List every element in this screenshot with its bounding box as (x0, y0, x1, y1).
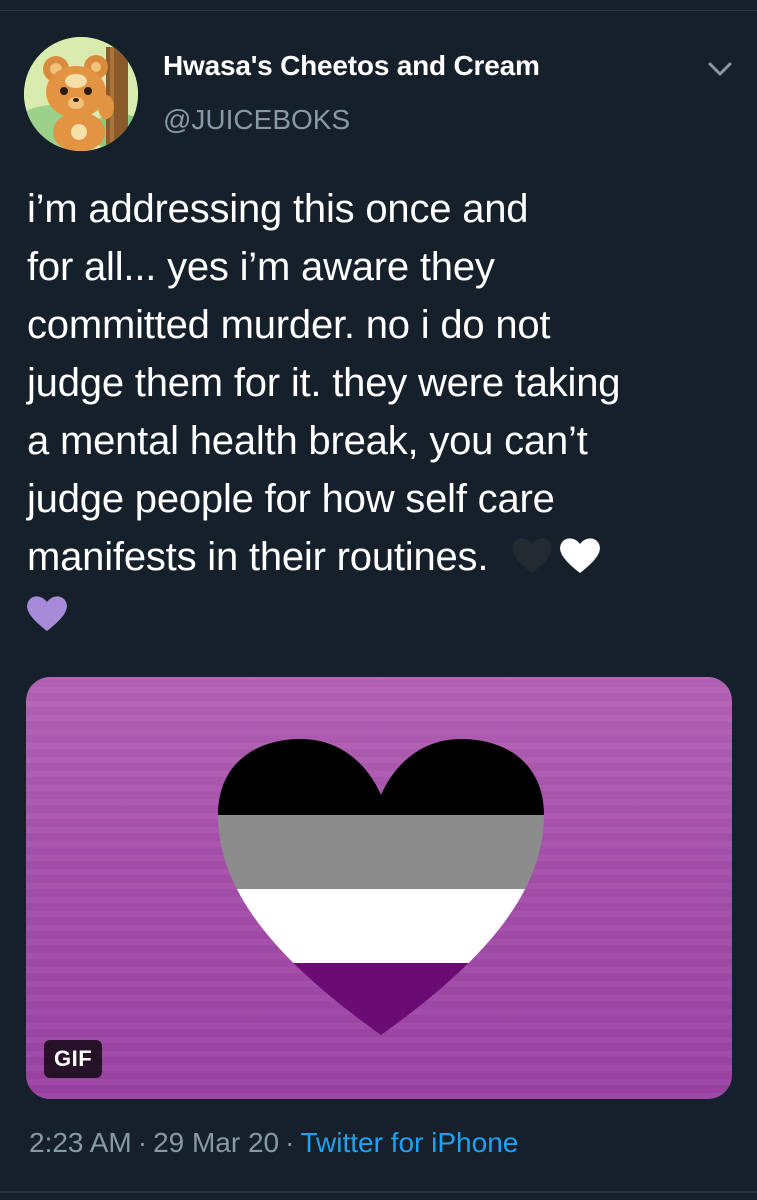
tweet-text-line: committed murder. no i do not (27, 303, 551, 347)
top-divider (0, 10, 757, 11)
tweet-text: i’m addressing this once and for all... … (27, 180, 742, 644)
gif-media[interactable]: GIF (26, 677, 732, 1099)
gif-badge: GIF (44, 1040, 103, 1078)
tweet-text-line: for all... yes i’m aware they (27, 245, 495, 289)
white-heart-icon (560, 538, 601, 574)
tweet-date[interactable]: 29 Mar 20 (153, 1127, 279, 1158)
display-name[interactable]: Hwasa's Cheetos and Cream (163, 50, 540, 82)
chevron-down-icon[interactable] (703, 52, 737, 86)
user-handle[interactable]: @JUICEBOKS (163, 104, 350, 136)
tweet-emoji-line (27, 586, 742, 644)
tweet-source-link[interactable]: Twitter for iPhone (300, 1127, 518, 1158)
purple-heart-icon (27, 596, 67, 632)
tweet-time[interactable]: 2:23 AM (29, 1127, 132, 1158)
tweet-text-line: judge them for it. they were taking (27, 361, 621, 405)
black-heart-icon (512, 538, 553, 574)
tweet-metadata: 2:23 AM · 29 Mar 20 · Twitter for iPhone (29, 1127, 518, 1159)
tweet-text-line-with-emoji: manifests in their routines. (27, 528, 742, 586)
tweet-text-line: manifests in their routines. (27, 535, 489, 579)
separator: · (285, 1127, 295, 1158)
avatar[interactable] (24, 37, 138, 151)
tweet-text-line: i’m addressing this once and (27, 187, 529, 231)
teddiursa-avatar-icon (24, 37, 138, 151)
separator: · (137, 1127, 148, 1158)
bottom-divider (0, 1191, 757, 1193)
tweet-text-line: a mental health break, you can’t (27, 419, 588, 463)
asexual-flag-heart-icon (218, 739, 544, 1035)
tweet-text-line: judge people for how self care (27, 477, 555, 521)
